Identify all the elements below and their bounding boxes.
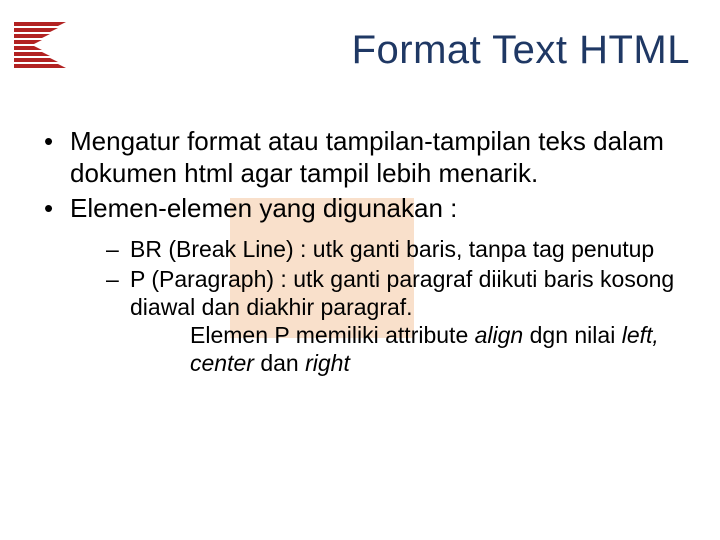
text-run: Elemen P memiliki attribute [190,322,475,348]
sub-bullet-extra: Elemen P memiliki attribute align dgn ni… [130,321,680,377]
text-run: dgn nilai [523,322,621,348]
italic-attr-align: align [475,322,524,348]
italic-attr-left: left, [622,322,659,348]
sub-bullet-item: BR (Break Line) : utk ganti baris, tanpa… [70,235,680,263]
bullet-item: Elemen-elemen yang digunakan : BR (Break… [30,193,680,377]
bullet-item: Mengatur format atau tampilan-tampilan t… [30,126,680,189]
italic-attr-right: right [305,350,350,376]
slide-title: Format Text HTML [0,28,690,73]
bullet-text: Elemen-elemen yang digunakan : [70,193,457,223]
slide-content: Mengatur format atau tampilan-tampilan t… [30,126,680,381]
italic-attr-center: center [190,350,254,376]
sub-bullet-text: P (Paragraph) : utk ganti paragraf diiku… [130,266,674,320]
text-run: dan [254,350,305,376]
sub-bullet-item: P (Paragraph) : utk ganti paragraf diiku… [70,265,680,377]
